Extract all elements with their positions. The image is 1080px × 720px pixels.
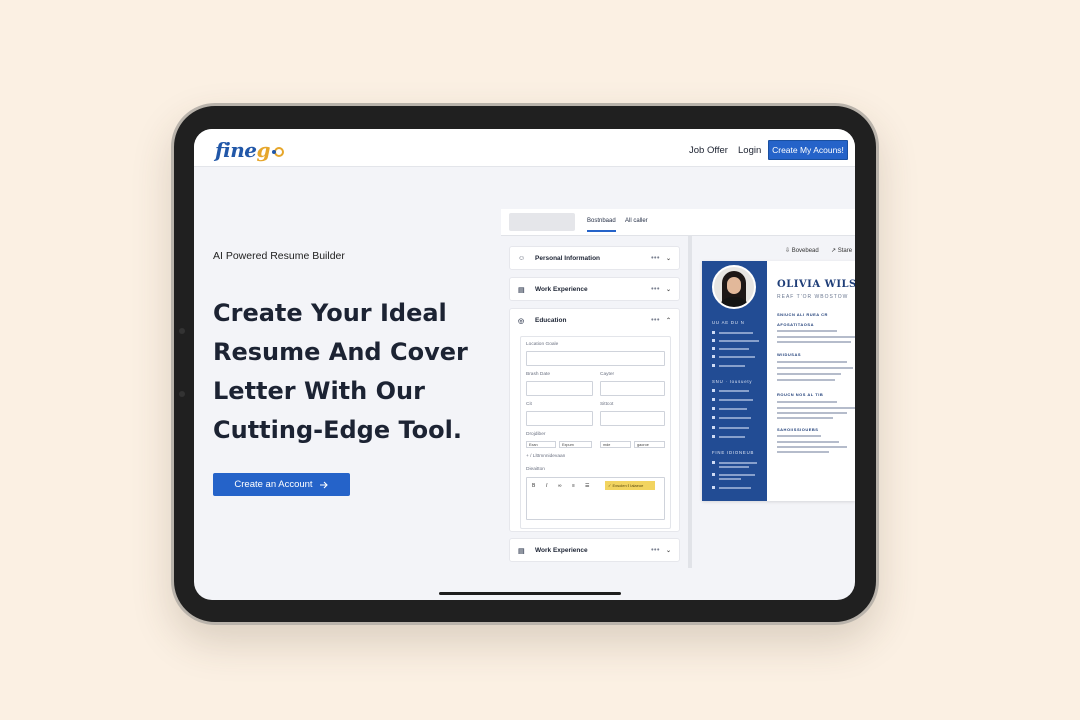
editor-search-box[interactable] — [509, 213, 575, 231]
share-icon: ↗ — [831, 248, 838, 254]
chevron-down-icon[interactable]: ⌄ — [666, 255, 671, 262]
arrow-right-icon — [319, 481, 328, 488]
chevron-up-icon[interactable]: ⌃ — [666, 317, 671, 324]
resume-sidebar-heading: FINE IDIONEUB — [712, 450, 755, 455]
city-input[interactable] — [526, 411, 593, 426]
logo-swoosh-icon — [271, 146, 284, 157]
resume-sidebar-heading: UU AE DU N — [712, 320, 745, 325]
career-label: Cayter — [600, 372, 615, 377]
side-button — [179, 328, 185, 334]
more-icon[interactable]: ••• — [651, 317, 660, 324]
ai-suggestion-chip[interactable]: ✓ Exsolen ℓ Ialaeoe — [605, 481, 655, 490]
resume-section-heading: SAHOIISSIOUEBS — [777, 427, 819, 432]
profile-photo — [712, 265, 756, 309]
hero-headline: Create Your Ideal Resume And Cover Lette… — [213, 294, 483, 450]
discipline-label: Drojdiber — [526, 432, 546, 437]
home-indicator[interactable] — [439, 592, 621, 595]
italic-button[interactable]: I — [546, 483, 547, 489]
select-field[interactable]: gaoroe — [634, 441, 665, 448]
logo-accent: g — [256, 138, 270, 162]
align-button[interactable]: ≡ — [572, 483, 575, 489]
education-form: Location Goale Brash Date Cayter Cit Sit… — [520, 336, 671, 529]
panel-divider[interactable] — [688, 235, 692, 568]
chevron-down-icon[interactable]: ⌄ — [666, 286, 671, 293]
link-button[interactable]: ∞ — [558, 483, 562, 489]
document-icon: ▤ — [518, 286, 525, 294]
editor-tab-bar: Bostnbaad All caller — [501, 209, 855, 236]
more-icon[interactable]: ••• — [651, 286, 660, 293]
download-label: Bovebead — [791, 248, 819, 254]
share-label: Stare — [837, 248, 853, 254]
brand-logo[interactable]: fineg — [215, 138, 284, 162]
start-date-input[interactable] — [526, 381, 593, 396]
resume-section-heading: SNIUCN ALI RUEA CR — [777, 312, 828, 317]
section-label: Education — [535, 317, 567, 324]
add-link[interactable]: + / Llttmnnidevaan — [526, 454, 565, 459]
section-work-experience[interactable]: ▤ Work Experience ••• ⌄ — [509, 277, 680, 301]
create-my-account-button[interactable]: Create My Acouns! — [768, 140, 848, 160]
section-work-experience-2[interactable]: ▤ Work Experience ••• ⌄ — [509, 538, 680, 562]
school-label: Sittcot — [600, 402, 614, 407]
career-input[interactable] — [600, 381, 665, 396]
location-input[interactable] — [526, 351, 665, 366]
resume-preview: UU AE DU N SNU · Iousuety FINE IDIONEUB … — [702, 261, 855, 501]
select-field[interactable]: Exan — [526, 441, 556, 448]
section-personal-information[interactable]: ☺ Personal Information ••• ⌄ — [509, 246, 680, 270]
document-icon: ▤ — [518, 547, 525, 555]
create-account-button[interactable]: Create an Account — [213, 473, 350, 496]
logo-text: fine — [215, 138, 257, 162]
city-label: Cit — [526, 402, 532, 407]
description-label: Dieaitton — [526, 467, 545, 472]
more-icon[interactable]: ••• — [651, 547, 660, 554]
more-icon[interactable]: ••• — [651, 255, 660, 262]
nav-job-offer[interactable]: Job Offer — [689, 145, 728, 156]
user-icon: ☺ — [518, 255, 526, 262]
create-account-label: Create an Account — [234, 479, 313, 490]
hero-kicker: AI Powered Resume Builder — [213, 250, 345, 262]
headline-line: Create Your Ideal — [213, 299, 447, 327]
tab-all-caller[interactable]: All caller — [625, 218, 648, 224]
section-label: Personal Information — [535, 255, 601, 262]
start-date-label: Brash Date — [526, 372, 550, 377]
resume-section-heading: WIIDUSAS — [777, 352, 801, 357]
tab-dashboard[interactable]: Bostnbaad — [587, 218, 616, 232]
top-navigation-bar: fineg Job Offer Login Create My Acouns! — [194, 129, 855, 167]
list-button[interactable]: ☰ — [585, 483, 589, 489]
share-button[interactable]: ↗ Stare — [831, 247, 852, 254]
nav-login[interactable]: Login — [738, 145, 761, 156]
download-button[interactable]: ⇩ Bovebead — [785, 247, 819, 254]
headline-line: Cutting-Edge Tool. — [213, 416, 462, 444]
section-education[interactable]: ◎ Education ••• ⌃ Location Goale Brash Date… — [509, 308, 680, 532]
graduation-icon: ◎ — [518, 317, 525, 325]
side-button — [179, 391, 185, 397]
resume-subtitle: REAF T'OR WBOSTOW — [777, 294, 849, 300]
section-label: Work Experience — [535, 547, 588, 554]
download-icon: ⇩ — [785, 248, 792, 254]
resume-sidebar: UU AE DU N SNU · Iousuety FINE IDIONEUB — [702, 261, 767, 501]
bold-button[interactable]: B — [532, 483, 535, 489]
chevron-down-icon[interactable]: ⌄ — [666, 547, 671, 554]
headline-line: Resume And Cover — [213, 338, 468, 366]
headline-line: Letter With Our — [213, 377, 425, 405]
resume-name: OLIVIA WILSON — [777, 279, 855, 290]
section-label: Work Experience — [535, 286, 588, 293]
select-field[interactable]: Expum — [559, 441, 592, 448]
resume-section-heading: AFOSATITAOSA — [777, 322, 814, 327]
select-field[interactable]: mde — [600, 441, 631, 448]
resume-sidebar-heading: SNU · Iousuety — [712, 379, 753, 384]
school-input[interactable] — [600, 411, 665, 426]
tablet-screen: fineg Job Offer Login Create My Acouns! … — [194, 129, 855, 600]
location-label: Location Goale — [526, 342, 559, 347]
resume-section-heading: ROUCN NOS AL TIB — [777, 392, 824, 397]
